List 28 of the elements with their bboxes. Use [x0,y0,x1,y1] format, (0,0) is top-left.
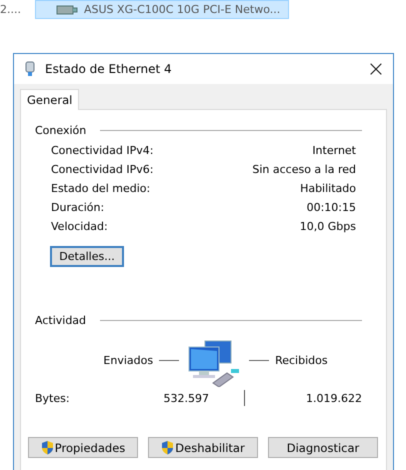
bytes-label: Bytes: [35,392,71,404]
field-value: 00:10:15 [306,201,356,215]
dialog-button[interactable]: Deshabilitar [148,437,258,458]
group-heading: Conexión [35,124,86,137]
bytes-sent: 532.597 [162,392,209,404]
sent-label: Enviados [103,354,154,366]
network-card-icon [56,2,78,16]
details-button[interactable]: Detalles... [50,246,124,267]
field-value: Sin acceso a la red [252,163,356,177]
field-value: Habilitado [300,182,356,196]
field-value: 10,0 Gbps [300,220,356,234]
window-title: Estado de Ethernet 4 [45,62,173,76]
ethernet-icon [25,61,35,77]
field-label: Conectividad IPv6: [51,163,154,177]
field-label: Duración: [51,201,104,215]
bytes-received: 1.019.622 [306,392,362,404]
received-label: Recibidos [275,354,328,366]
adapter-item[interactable]: ASUS XG-C100C 10G PCI-E Netwo... [35,0,290,19]
field-label: Estado del medio: [51,182,150,196]
field-label: Velocidad: [51,220,108,234]
dialog-button[interactable]: Diagnosticar [268,437,378,458]
field-value: Internet [312,144,356,158]
adapter-item[interactable]: 2.... [0,0,25,19]
tab[interactable]: General [20,89,80,110]
close-button[interactable]: × [359,56,393,82]
field-label: Conectividad IPv4: [51,144,154,158]
group-heading: Actividad [35,314,86,327]
dialog-button[interactable]: Propiedades [28,437,138,458]
